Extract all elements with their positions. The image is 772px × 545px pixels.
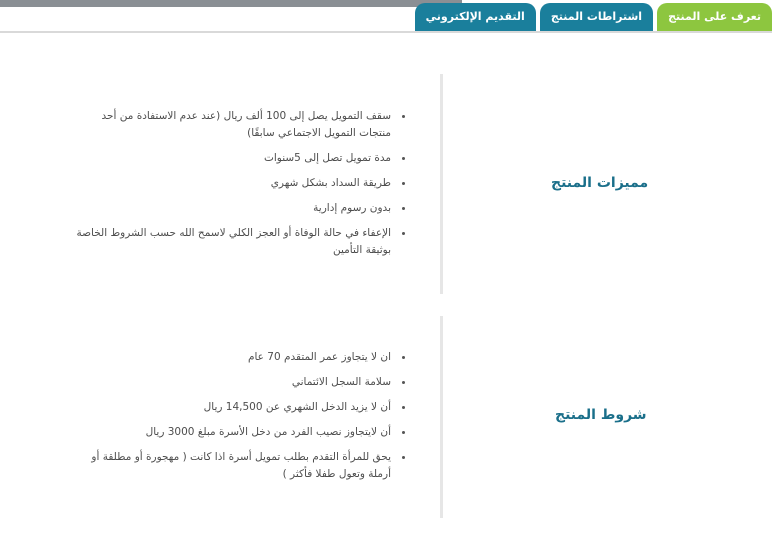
features-list: سقف التمويل يصل إلى 100 ألف ريال (عند عد… xyxy=(70,108,405,267)
list-item: يحق للمرأة التقدم بطلب تمويل أسرة اذا كا… xyxy=(70,449,405,483)
features-title: مميزات المنتج xyxy=(551,175,649,191)
list-item: سقف التمويل يصل إلى 100 ألف ريال (عند عد… xyxy=(70,108,405,142)
list-item: الإعفاء في حالة الوفاة أو العجز الكلي لا… xyxy=(70,225,405,259)
tab-product-requirements[interactable]: اشتراطات المنتج xyxy=(539,3,654,31)
tabs-underline xyxy=(0,31,772,33)
conditions-divider xyxy=(440,316,443,518)
list-item: ان لا يتجاوز عمر المتقدم 70 عام xyxy=(70,349,405,366)
list-item: سلامة السجل الائتماني xyxy=(70,374,405,391)
list-item: مدة تمويل تصل إلى 5سنوات xyxy=(70,150,405,167)
tab-about-product[interactable]: تعرف على المنتج xyxy=(657,3,772,31)
tab-online-application[interactable]: التقديم الإلكتروني xyxy=(414,3,536,31)
list-item: أن لايتجاوز نصيب الفرد من دخل الأسرة مبل… xyxy=(70,424,405,441)
list-item: طريقة السداد بشكل شهري xyxy=(70,175,405,192)
conditions-title: شروط المنتج xyxy=(555,407,647,423)
conditions-list: ان لا يتجاوز عمر المتقدم 70 عام سلامة ال… xyxy=(70,349,405,491)
product-tabs: تعرف على المنتج اشتراطات المنتج التقديم … xyxy=(411,3,772,31)
features-divider xyxy=(440,74,443,294)
list-item: بدون رسوم إدارية xyxy=(70,200,405,217)
top-gray-strip xyxy=(0,0,462,7)
list-item: أن لا يزيد الدخل الشهري عن 14,500 ريال xyxy=(70,399,405,416)
